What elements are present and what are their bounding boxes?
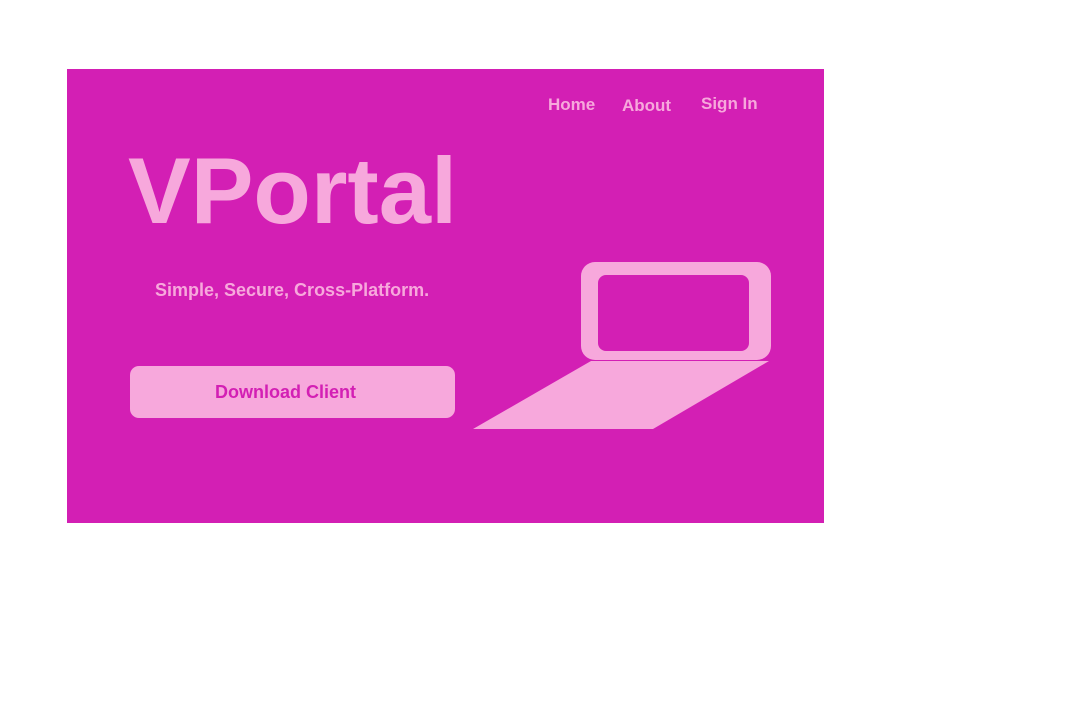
hero-banner: Home About Sign In VPortal Simple, Secur… [67,69,824,523]
laptop-icon [473,262,771,429]
nav-about-link[interactable]: About [622,96,671,116]
nav-signin-link[interactable]: Sign In [701,94,758,114]
brand-title: VPortal [128,138,458,243]
download-client-button[interactable]: Download Client [130,366,455,418]
nav-home-link[interactable]: Home [548,95,595,115]
page: Home About Sign In VPortal Simple, Secur… [0,0,1080,720]
laptop-screen-display [598,275,749,351]
hero-tagline: Simple, Secure, Cross-Platform. [155,280,430,300]
laptop-keyboard-base [473,361,769,429]
